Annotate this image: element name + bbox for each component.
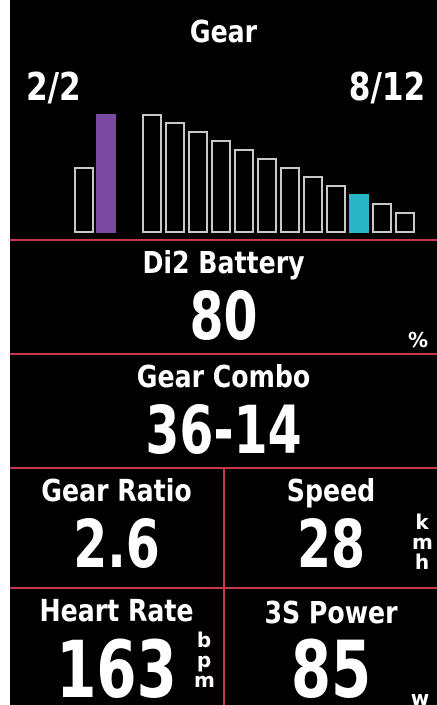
front-chainring: [74, 167, 94, 233]
speed-value: 28: [297, 506, 365, 583]
rear-sprocket: [211, 140, 231, 233]
heart-rate-unit: b p m: [194, 628, 215, 692]
rear-sprocket: [303, 176, 323, 233]
rear-sprocket: [142, 114, 162, 233]
gear-field-title: Gear: [189, 15, 258, 50]
divider: [10, 353, 437, 355]
power-value: 85: [290, 626, 372, 705]
front-chainring-active: [96, 114, 116, 233]
gear-combo-field-title: Gear Combo: [136, 360, 311, 395]
heart-rate-value: 163: [56, 626, 177, 705]
rear-sprocket: [326, 185, 346, 233]
rear-gear-position: 8/12: [348, 65, 425, 109]
divider: [223, 469, 225, 587]
divider: [223, 589, 225, 705]
rear-sprocket: [257, 158, 277, 233]
battery-value: 80: [189, 278, 258, 355]
rear-sprocket: [280, 167, 300, 233]
battery-field-title: Di2 Battery: [142, 246, 305, 281]
rear-sprocket: [372, 203, 392, 233]
power-unit: w: [410, 686, 430, 705]
power-field-title: 3S Power: [264, 596, 398, 631]
rear-sprocket-active: [349, 194, 369, 233]
gear-combo-value: 36-14: [145, 392, 302, 469]
rear-sprocket: [165, 122, 185, 233]
divider: [10, 239, 437, 241]
battery-unit: %: [408, 328, 429, 352]
gear-ratio-value: 2.6: [73, 506, 160, 583]
heart-rate-field-title: Heart Rate: [39, 594, 194, 629]
speed-field-title: Speed: [286, 474, 376, 509]
rear-sprocket: [234, 149, 254, 233]
front-gear-position: 2/2: [26, 65, 81, 109]
speed-unit: k m h: [412, 510, 433, 574]
rear-sprocket: [188, 131, 208, 233]
rear-sprocket: [395, 212, 415, 233]
bike-computer-screen: Gear 2/2 8/12 Di2 Battery 80 % Gear Comb…: [10, 0, 437, 705]
gear-ratio-field-title: Gear Ratio: [41, 474, 192, 509]
